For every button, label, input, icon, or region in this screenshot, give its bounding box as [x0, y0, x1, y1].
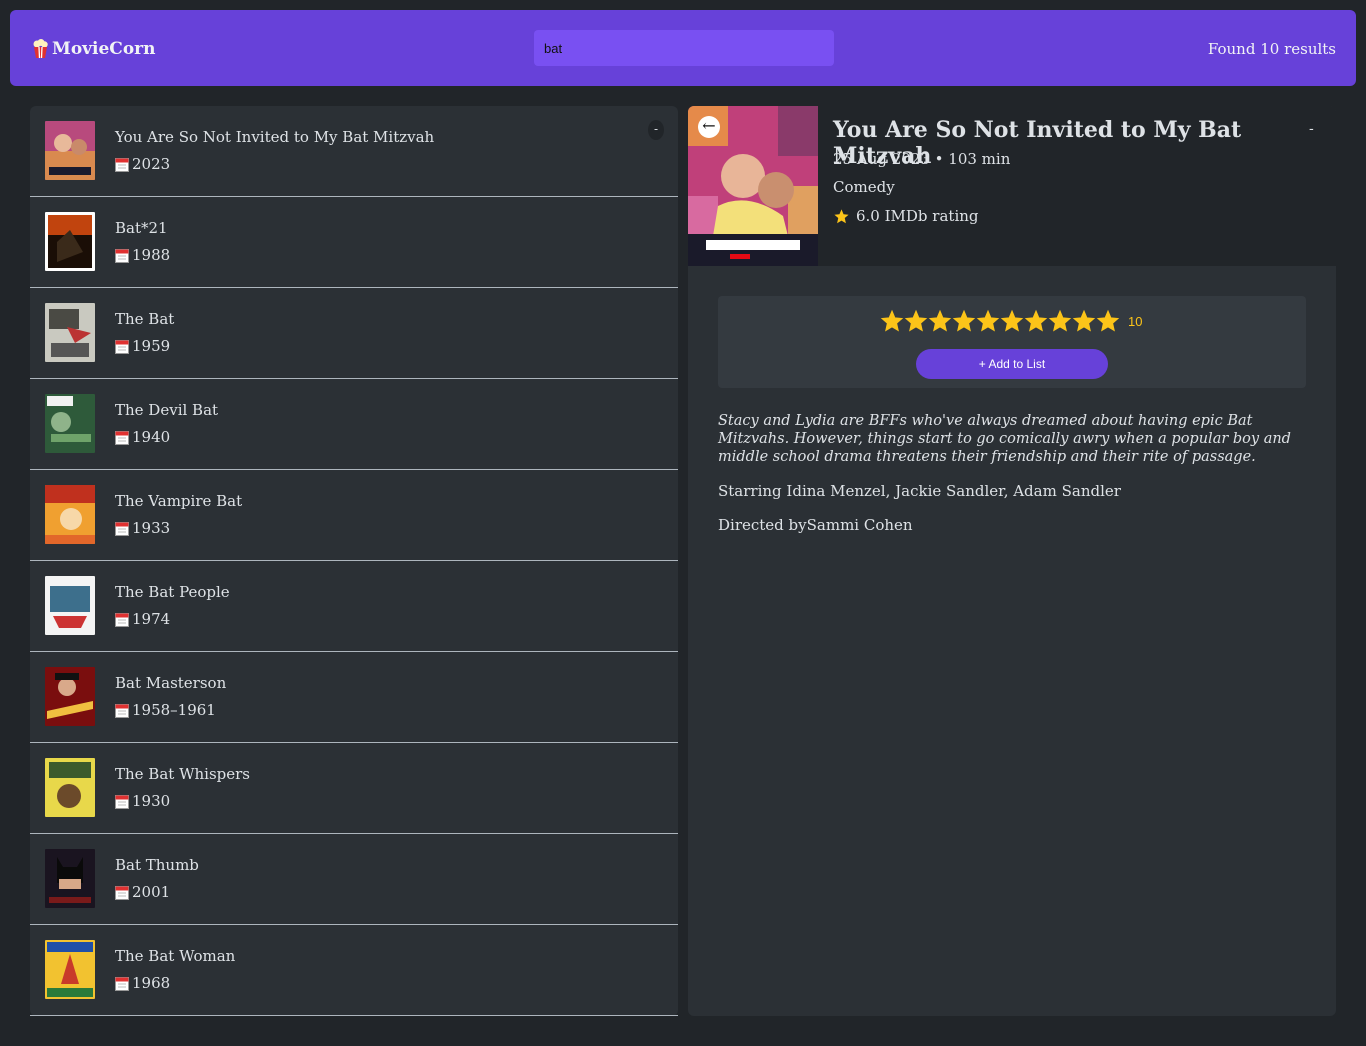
calendar-icon — [115, 521, 129, 536]
list-item[interactable]: The Devil Bat 1940 — [30, 379, 678, 470]
movie-year: 1958–1961 — [115, 701, 216, 719]
list-item[interactable]: Bat*21 1988 — [30, 197, 678, 288]
movie-year-text: 1930 — [132, 792, 171, 810]
movie-year: 1930 — [115, 792, 170, 810]
movie-year: 2023 — [115, 155, 170, 173]
calendar-icon — [115, 157, 129, 172]
star-icon[interactable] — [1000, 309, 1024, 333]
movie-year-text: 2023 — [132, 155, 171, 173]
movie-title: The Vampire Bat — [115, 492, 243, 510]
movie-title: Bat*21 — [115, 219, 168, 237]
movie-year: 1968 — [115, 974, 170, 992]
list-item[interactable]: The Vampire Bat 1933 — [30, 470, 678, 561]
calendar-icon — [115, 248, 129, 263]
list-item[interactable]: The Bat People 1974 — [30, 561, 678, 652]
movie-year-text: 1933 — [132, 519, 171, 537]
list-item[interactable]: The Bat Whispers 1930 — [30, 743, 678, 834]
movie-meta: 25 Aug 2023 • 103 min — [833, 150, 1011, 168]
details-header: ← You Are So Not Invited to My Bat Mitzv… — [688, 106, 1336, 266]
movie-details: ← You Are So Not Invited to My Bat Mitzv… — [688, 106, 1336, 1016]
star-rating: 10 — [880, 309, 1142, 333]
movie-poster — [45, 303, 95, 362]
calendar-icon — [115, 976, 129, 991]
star-icon[interactable] — [1072, 309, 1096, 333]
movie-year: 1974 — [115, 610, 170, 628]
star-icon[interactable] — [928, 309, 952, 333]
imdb-rating-text: 6.0 IMDb rating — [856, 207, 979, 225]
calendar-icon — [115, 794, 129, 809]
star-icon[interactable] — [880, 309, 904, 333]
user-rating-panel: 10 + Add to List — [718, 296, 1306, 388]
movie-year-text: 1974 — [132, 610, 171, 628]
movie-year: 1933 — [115, 519, 170, 537]
movie-title: The Devil Bat — [115, 401, 219, 419]
list-item[interactable]: The Bat Woman 1968 — [30, 925, 678, 1016]
star-icon[interactable] — [1096, 309, 1120, 333]
star-icon — [834, 208, 849, 223]
movie-poster — [45, 485, 95, 544]
back-button[interactable]: ← — [698, 116, 720, 138]
movie-year: 1988 — [115, 246, 170, 264]
app-name: MovieCorn — [52, 39, 156, 59]
movie-poster — [45, 667, 95, 726]
movie-poster — [45, 121, 95, 180]
movie-starring: Starring Idina Menzel, Jackie Sandler, A… — [718, 482, 1121, 500]
movie-title: The Bat People — [115, 583, 230, 601]
movie-title: The Bat — [115, 310, 175, 328]
add-to-list-button[interactable]: + Add to List — [916, 349, 1108, 379]
search-input[interactable] — [534, 30, 834, 66]
movie-year-text: 1958–1961 — [132, 701, 216, 719]
calendar-icon — [115, 430, 129, 445]
movie-director: Directed bySammi Cohen — [718, 516, 913, 534]
movie-poster — [45, 758, 95, 817]
movie-genre: Comedy — [833, 178, 895, 196]
calendar-icon — [115, 703, 129, 718]
movie-title: The Bat Whispers — [115, 765, 250, 783]
star-icon[interactable] — [952, 309, 976, 333]
movie-year-text: 1968 — [132, 974, 171, 992]
calendar-icon — [115, 885, 129, 900]
movie-year: 1940 — [115, 428, 170, 446]
star-icon[interactable] — [904, 309, 928, 333]
movie-year-text: 2001 — [132, 883, 171, 901]
movie-list: - You Are So Not Invited to My Bat Mitzv… — [30, 106, 678, 1016]
results-count: Found 10 results — [1207, 40, 1336, 58]
popcorn-icon — [33, 39, 48, 59]
calendar-icon — [115, 612, 129, 627]
star-rating-value: 10 — [1128, 313, 1143, 329]
movie-poster — [45, 940, 95, 999]
star-icon[interactable] — [1024, 309, 1048, 333]
movie-plot: Stacy and Lydia are BFFs who've always d… — [718, 413, 1291, 465]
star-icon[interactable] — [1048, 309, 1072, 333]
star-icon[interactable] — [976, 309, 1000, 333]
movie-poster — [45, 394, 95, 453]
list-item[interactable]: The Bat 1959 — [30, 288, 678, 379]
movie-year-text: 1959 — [132, 337, 171, 355]
details-toggle[interactable]: - — [1309, 121, 1314, 137]
list-item[interactable]: You Are So Not Invited to My Bat Mitzvah… — [30, 106, 678, 197]
movie-title: You Are So Not Invited to My Bat Mitzvah — [115, 128, 435, 146]
list-item[interactable]: Bat Masterson 1958–1961 — [30, 652, 678, 743]
movie-title: The Bat Woman — [115, 947, 236, 965]
logo: MovieCorn — [32, 38, 156, 60]
movie-year: 1959 — [115, 337, 170, 355]
movie-poster — [45, 576, 95, 635]
movie-year-text: 1940 — [132, 428, 171, 446]
imdb-rating: 6.0 IMDb rating — [833, 207, 979, 225]
movie-title: Bat Masterson — [115, 674, 227, 692]
movie-year-text: 1988 — [132, 246, 171, 264]
movie-year: 2001 — [115, 883, 170, 901]
movie-poster — [45, 849, 95, 908]
movie-poster — [45, 212, 95, 271]
navbar: MovieCorn Found 10 results — [10, 10, 1356, 86]
calendar-icon — [115, 339, 129, 354]
movie-title: Bat Thumb — [115, 856, 199, 874]
list-item[interactable]: Bat Thumb 2001 — [30, 834, 678, 925]
